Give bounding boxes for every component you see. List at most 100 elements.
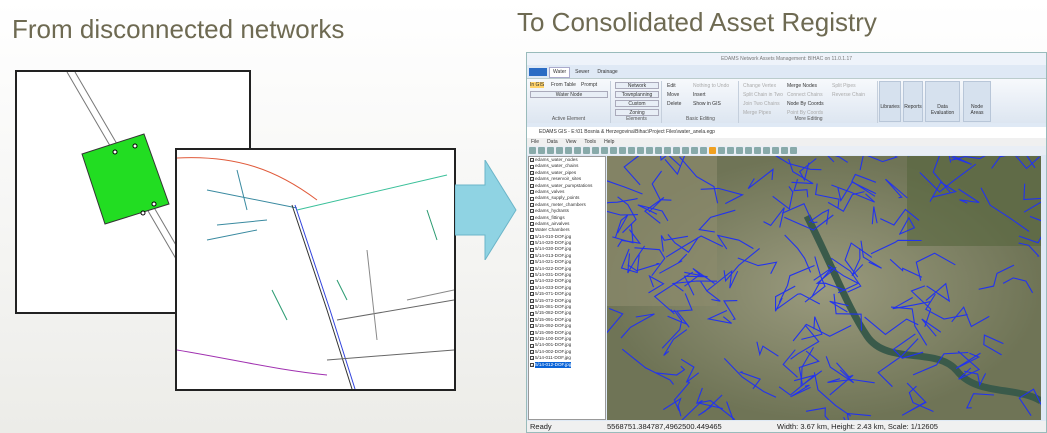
toolbar-button[interactable] [763,147,770,154]
zoning-dropdown[interactable]: Zoning [615,109,659,116]
layer-checkbox[interactable]: ✓ [530,343,534,348]
toolbar-button[interactable] [745,147,752,154]
node-by-coords-button[interactable]: Node By Coords [787,101,824,107]
toolbar-button[interactable] [538,147,545,154]
layer-checkbox[interactable]: ✓ [530,266,534,271]
merge-nodes-button[interactable]: Merge Nodes [787,83,817,89]
layer-checkbox[interactable]: ✓ [530,356,534,361]
data-evaluation-button[interactable]: Data Evaluation [925,81,960,122]
layer-checkbox[interactable]: ✓ [530,215,534,220]
toolbar-button[interactable] [619,147,626,154]
layer-checkbox[interactable]: ✓ [530,349,534,354]
layer-checkbox[interactable]: ✓ [530,311,534,316]
from-table-button[interactable]: From Table [551,82,576,88]
reverse-chain-button[interactable]: Reverse Chain [832,92,865,98]
menu-help[interactable]: Help [604,138,614,146]
layer-checkbox[interactable]: ✓ [530,330,534,335]
active-element-dropdown[interactable]: Water Node [530,91,608,98]
toolbar-button[interactable] [646,147,653,154]
in-gis-button[interactable]: In GIS [530,82,545,88]
layer-checkbox[interactable]: ✓ [530,164,534,169]
gis-map[interactable] [607,156,1041,420]
layer-checkbox[interactable]: ✓ [530,158,534,163]
toolbar-button[interactable] [655,147,662,154]
toolbar-button[interactable] [664,147,671,154]
layer-checkbox[interactable]: ✓ [530,228,534,233]
change-vertex-button[interactable]: Change Vertex [743,83,776,89]
show-in-gis-button[interactable]: Show in GIS [693,101,721,107]
toolbar-button[interactable] [700,147,707,154]
layer-checkbox[interactable]: ✓ [530,362,534,367]
connect-chains-button[interactable]: Connect Chains [787,92,823,98]
tab-water[interactable]: Water [549,66,571,78]
layer-checkbox[interactable]: ✓ [530,254,534,259]
toolbar-button[interactable] [583,147,590,154]
toolbar-button[interactable] [727,147,734,154]
layer-checkbox[interactable]: ✓ [530,305,534,310]
menu-data[interactable]: Data [547,138,558,146]
toolbar-button[interactable] [718,147,725,154]
toolbar-button[interactable] [682,147,689,154]
toolbar-button[interactable] [601,147,608,154]
layer-checkbox[interactable]: ✓ [530,324,534,329]
layer-checkbox[interactable]: ✓ [530,209,534,214]
toolbar-button[interactable] [529,147,536,154]
join-chains-button[interactable]: Join Two Chains [743,101,780,107]
split-pipes-button[interactable]: Split Pipes [832,83,856,89]
tab-drainage[interactable]: Drainage [594,68,620,77]
reports-button[interactable]: Reports [903,81,923,122]
custom-dropdown[interactable]: Custom [615,100,659,107]
layer-checkbox[interactable]: ✓ [530,317,534,322]
layer-checkbox[interactable]: ✓ [530,286,534,291]
move-button[interactable]: Move [667,92,679,98]
menu-file[interactable]: File [531,138,539,146]
delete-button[interactable]: Delete [667,101,681,107]
layer-checkbox[interactable]: ✓ [530,292,534,297]
layer-item[interactable]: ✓ 5/14-012-DOF.jpg [529,361,605,368]
toolbar-button[interactable] [556,147,563,154]
edit-button[interactable]: Edit [667,83,676,89]
node-areas-button[interactable]: Node Areas [963,81,991,122]
menu-view[interactable]: View [566,138,577,146]
layer-checkbox[interactable]: ✓ [530,196,534,201]
layer-list[interactable]: ✓ edams_water_nodes ✓ edams_water_chains ✓ ed… [528,156,606,420]
toolbar-button[interactable] [565,147,572,154]
toolbar-button[interactable] [547,147,554,154]
toolbar-button[interactable] [610,147,617,154]
layer-checkbox[interactable]: ✓ [530,260,534,265]
layer-checkbox[interactable]: ✓ [530,234,534,239]
layer-checkbox[interactable]: ✓ [530,170,534,175]
toolbar-button[interactable] [772,147,779,154]
toolbar-button[interactable] [736,147,743,154]
layer-checkbox[interactable]: ✓ [530,183,534,188]
townplanning-dropdown[interactable]: Townplanning [615,91,659,98]
toolbar-button[interactable] [709,147,716,154]
layer-checkbox[interactable]: ✓ [530,247,534,252]
layer-checkbox[interactable]: ✓ [530,279,534,284]
toolbar-button[interactable] [673,147,680,154]
undo-button[interactable]: Nothing to Undo [693,83,729,89]
insert-button[interactable]: Insert [693,92,706,98]
layer-checkbox[interactable]: ✓ [530,273,534,278]
toolbar-button[interactable] [592,147,599,154]
layer-checkbox[interactable]: ✓ [530,177,534,182]
network-dropdown[interactable]: Network [615,82,659,89]
layer-checkbox[interactable]: ✓ [530,298,534,303]
toolbar-button[interactable] [637,147,644,154]
layer-checkbox[interactable]: ✓ [530,241,534,246]
split-chain-button[interactable]: Split Chain in Two [743,92,783,98]
toolbar-button[interactable] [781,147,788,154]
file-menu-button[interactable] [529,68,547,76]
toolbar-button[interactable] [574,147,581,154]
prompt-button[interactable]: Prompt [581,82,597,88]
libraries-button[interactable]: Libraries [879,81,901,122]
layer-checkbox[interactable]: ✓ [530,337,534,342]
tab-sewer[interactable]: Sewer [572,68,592,77]
toolbar-button[interactable] [790,147,797,154]
toolbar-button[interactable] [691,147,698,154]
layer-checkbox[interactable]: ✓ [530,190,534,195]
toolbar-button[interactable] [628,147,635,154]
layer-checkbox[interactable]: ✓ [530,222,534,227]
toolbar-button[interactable] [754,147,761,154]
menu-tools[interactable]: Tools [584,138,596,146]
